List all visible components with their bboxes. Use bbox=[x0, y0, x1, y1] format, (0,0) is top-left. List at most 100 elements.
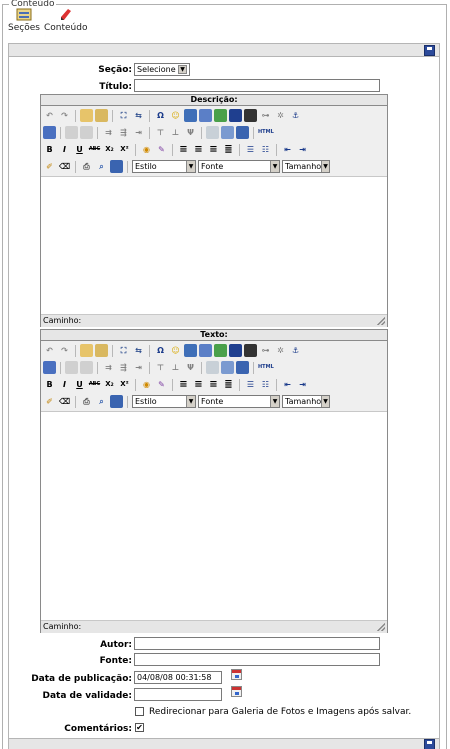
image-icon[interactable] bbox=[214, 344, 227, 357]
underline-button[interactable]: U bbox=[73, 143, 86, 156]
superscript-button[interactable]: X² bbox=[118, 143, 131, 156]
html-source-icon[interactable]: HTML bbox=[258, 361, 274, 374]
image-icon[interactable] bbox=[214, 109, 227, 122]
guidelines-icon[interactable] bbox=[206, 361, 219, 374]
insert-row-icon[interactable]: ⇉ bbox=[102, 361, 115, 374]
delete-col-icon[interactable]: Ψ bbox=[184, 126, 197, 139]
unlink-icon[interactable]: ✲ bbox=[274, 109, 287, 122]
indent-icon[interactable]: ⇥ bbox=[296, 378, 309, 391]
table-icon[interactable] bbox=[199, 109, 212, 122]
redo-icon[interactable]: ↷ bbox=[58, 109, 71, 122]
align-right-icon[interactable]: ≡ bbox=[207, 143, 220, 156]
smiley-icon[interactable]: ☺ bbox=[169, 344, 182, 357]
italic-button[interactable]: I bbox=[58, 143, 71, 156]
subscript-button[interactable]: X₂ bbox=[103, 143, 116, 156]
anchor-icon[interactable]: ⚓ bbox=[289, 109, 302, 122]
justify-icon[interactable]: ≣ bbox=[222, 143, 235, 156]
descricao-edit-area[interactable] bbox=[41, 177, 387, 314]
paste-icon[interactable] bbox=[80, 344, 93, 357]
hr-icon[interactable] bbox=[184, 109, 197, 122]
redo-icon[interactable]: ↷ bbox=[58, 344, 71, 357]
cleanup-icon[interactable]: ✐ bbox=[43, 160, 56, 173]
forecolor-icon[interactable]: ◉ bbox=[140, 378, 153, 391]
undo-icon[interactable]: ↶ bbox=[43, 344, 56, 357]
indent-icon[interactable]: ⇥ bbox=[296, 143, 309, 156]
find-icon[interactable]: ⛶ bbox=[117, 344, 130, 357]
font-select[interactable]: Fonte ▼ bbox=[198, 160, 280, 173]
grid-icon[interactable] bbox=[236, 126, 249, 139]
align-center-icon[interactable]: ≡ bbox=[192, 378, 205, 391]
fullscreen-icon[interactable] bbox=[110, 160, 123, 173]
table-props-icon[interactable] bbox=[65, 361, 78, 374]
delete-row-icon[interactable]: ⇶ bbox=[117, 361, 130, 374]
bold-button[interactable]: B bbox=[43, 378, 56, 391]
align-left-icon[interactable]: ≡ bbox=[177, 143, 190, 156]
backcolor-icon[interactable]: ✎ bbox=[155, 143, 168, 156]
insert-col-icon[interactable]: ⇥ bbox=[132, 126, 145, 139]
bullet-list-icon[interactable]: ☰ bbox=[244, 143, 257, 156]
val-date-input[interactable] bbox=[134, 688, 222, 701]
strike-button[interactable]: ABC bbox=[88, 143, 101, 156]
paste-word-icon[interactable] bbox=[95, 344, 108, 357]
media-icon[interactable] bbox=[244, 344, 257, 357]
unlink-icon[interactable]: ✲ bbox=[274, 344, 287, 357]
calendar-icon[interactable] bbox=[231, 686, 242, 697]
delete-row-icon[interactable]: ⇶ bbox=[117, 126, 130, 139]
delete-col-icon[interactable]: Ψ bbox=[184, 361, 197, 374]
backcolor-icon[interactable]: ✎ bbox=[155, 378, 168, 391]
media-icon[interactable] bbox=[244, 109, 257, 122]
replace-icon[interactable]: ⇆ bbox=[132, 109, 145, 122]
content-button[interactable]: Conteúdo bbox=[44, 8, 87, 33]
style-select[interactable]: Estilo ▼ bbox=[132, 160, 196, 173]
paste-icon[interactable] bbox=[80, 109, 93, 122]
special-char-icon[interactable]: Ω bbox=[154, 109, 167, 122]
forecolor-icon[interactable]: ◉ bbox=[140, 143, 153, 156]
link-icon[interactable]: ⊶ bbox=[259, 344, 272, 357]
find-icon[interactable]: ⛶ bbox=[117, 109, 130, 122]
flash-icon[interactable] bbox=[229, 109, 242, 122]
preview-icon[interactable]: ⌕ bbox=[95, 395, 108, 408]
print-icon[interactable]: ⎙ bbox=[80, 160, 93, 173]
edit-source-icon[interactable] bbox=[43, 361, 56, 374]
split-cell-icon[interactable]: ⊤ bbox=[154, 361, 167, 374]
paste-word-icon[interactable] bbox=[95, 109, 108, 122]
preview-icon[interactable]: ⌕ bbox=[95, 160, 108, 173]
calendar-icon[interactable] bbox=[231, 669, 242, 680]
size-select[interactable]: Tamanho ▼ bbox=[282, 160, 330, 173]
sections-button[interactable]: Seções bbox=[8, 8, 40, 33]
cell-props-icon[interactable] bbox=[80, 126, 93, 139]
html-source-icon[interactable]: HTML bbox=[258, 126, 274, 139]
font-select[interactable]: Fonte ▼ bbox=[198, 395, 280, 408]
redirect-checkbox[interactable] bbox=[135, 707, 144, 716]
outdent-icon[interactable]: ⇤ bbox=[281, 378, 294, 391]
special-char-icon[interactable]: Ω bbox=[154, 344, 167, 357]
anchor-icon[interactable]: ⚓ bbox=[289, 344, 302, 357]
cell-props-icon[interactable] bbox=[80, 361, 93, 374]
superscript-button[interactable]: X² bbox=[118, 378, 131, 391]
fonte-input[interactable] bbox=[134, 653, 380, 666]
smiley-icon[interactable]: ☺ bbox=[169, 109, 182, 122]
split-cell-icon[interactable]: ⊤ bbox=[154, 126, 167, 139]
size-select[interactable]: Tamanho ▼ bbox=[282, 395, 330, 408]
table-props-icon[interactable] bbox=[65, 126, 78, 139]
numbered-list-icon[interactable]: ☷ bbox=[259, 143, 272, 156]
visual-aid-icon[interactable] bbox=[221, 361, 234, 374]
save-disk-icon[interactable] bbox=[424, 45, 435, 56]
resize-grip-icon[interactable] bbox=[377, 623, 385, 631]
strike-button[interactable]: ABC bbox=[88, 378, 101, 391]
secao-select[interactable]: Selecione ▼ bbox=[134, 63, 190, 76]
subscript-button[interactable]: X₂ bbox=[103, 378, 116, 391]
merge-cell-icon[interactable]: ⊥ bbox=[169, 126, 182, 139]
fullscreen-icon[interactable] bbox=[110, 395, 123, 408]
resize-grip-icon[interactable] bbox=[377, 317, 385, 325]
save-disk-icon[interactable] bbox=[424, 739, 435, 749]
flash-icon[interactable] bbox=[229, 344, 242, 357]
guidelines-icon[interactable] bbox=[206, 126, 219, 139]
align-right-icon[interactable]: ≡ bbox=[207, 378, 220, 391]
print-icon[interactable]: ⎙ bbox=[80, 395, 93, 408]
titulo-input[interactable] bbox=[134, 79, 380, 92]
style-select[interactable]: Estilo ▼ bbox=[132, 395, 196, 408]
align-center-icon[interactable]: ≡ bbox=[192, 143, 205, 156]
link-icon[interactable]: ⊶ bbox=[259, 109, 272, 122]
insert-row-icon[interactable]: ⇉ bbox=[102, 126, 115, 139]
